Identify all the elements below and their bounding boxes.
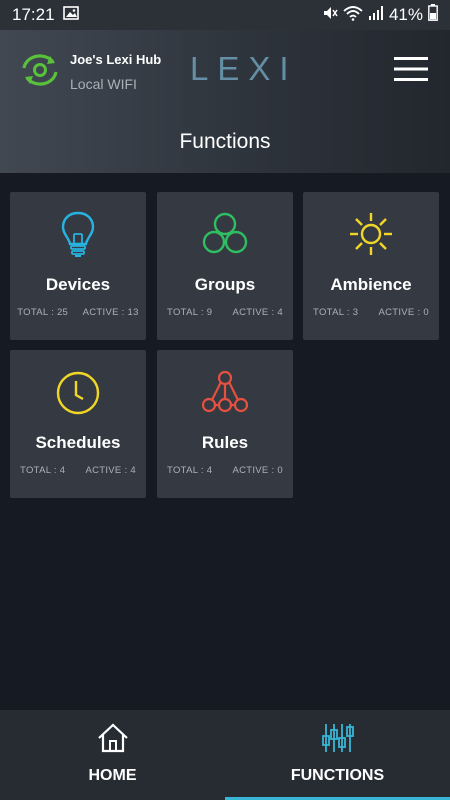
hamburger-icon xyxy=(394,57,428,81)
hamburger-menu-button[interactable] xyxy=(394,56,432,84)
rules-nodes-icon xyxy=(157,368,293,418)
function-card-devices[interactable]: Devices TOTAL : 25 ACTIVE : 13 xyxy=(10,192,146,340)
bottom-navigation: HOME FUNCTIONS xyxy=(0,710,450,800)
function-label: Groups xyxy=(194,275,256,294)
function-label: Ambience xyxy=(330,275,412,294)
status-time: 17:21 xyxy=(12,5,55,24)
function-active: ACTIVE : 4 xyxy=(232,307,283,318)
hub-connection-status: Local WIFI xyxy=(70,76,137,92)
clock-icon xyxy=(10,368,146,418)
battery-icon xyxy=(428,4,438,26)
app-header: Joe's Lexi Hub Local WIFI LEXI Functions xyxy=(0,30,450,173)
function-card-groups[interactable]: Groups TOTAL : 9 ACTIVE : 4 xyxy=(157,192,293,340)
nav-home-label: HOME xyxy=(88,767,137,784)
function-card-schedules[interactable]: Schedules TOTAL : 4 ACTIVE : 4 xyxy=(10,350,146,498)
brand-logo: LEXI xyxy=(190,50,298,87)
function-active: ACTIVE : 4 xyxy=(85,465,136,476)
function-active: ACTIVE : 0 xyxy=(378,307,429,318)
status-bar: 17:21 41% xyxy=(0,0,450,30)
battery-percent: 41% xyxy=(388,5,423,24)
gallery-notification-icon xyxy=(62,5,79,25)
function-card-rules[interactable]: Rules TOTAL : 4 ACTIVE : 0 xyxy=(157,350,293,498)
function-total: TOTAL : 4 xyxy=(167,465,213,476)
home-icon xyxy=(0,722,225,756)
function-label: Rules xyxy=(201,433,249,452)
function-total: TOTAL : 25 xyxy=(17,307,69,318)
function-active: ACTIVE : 0 xyxy=(232,465,283,476)
nav-home-button[interactable]: HOME xyxy=(0,710,225,800)
function-total: TOTAL : 4 xyxy=(20,465,66,476)
function-active: ACTIVE : 13 xyxy=(82,307,139,318)
lightbulb-icon xyxy=(10,210,146,260)
function-total: TOTAL : 3 xyxy=(313,307,359,318)
sun-icon xyxy=(303,210,439,260)
page-title: Functions xyxy=(179,130,271,153)
hub-sync-icon xyxy=(20,52,60,88)
function-card-ambience[interactable]: Ambience TOTAL : 3 ACTIVE : 0 xyxy=(303,192,439,340)
function-label: Schedules xyxy=(35,433,121,452)
nav-functions-button[interactable]: FUNCTIONS xyxy=(225,710,450,800)
wifi-icon xyxy=(343,5,363,26)
mute-icon xyxy=(322,5,338,26)
hub-name: Joe's Lexi Hub xyxy=(70,52,162,67)
groups-circles-icon xyxy=(157,210,293,260)
function-total: TOTAL : 9 xyxy=(167,307,213,318)
nav-functions-label: FUNCTIONS xyxy=(290,767,385,784)
signal-icon xyxy=(368,5,384,26)
functions-sliders-icon xyxy=(225,722,450,756)
function-label: Devices xyxy=(45,275,111,294)
